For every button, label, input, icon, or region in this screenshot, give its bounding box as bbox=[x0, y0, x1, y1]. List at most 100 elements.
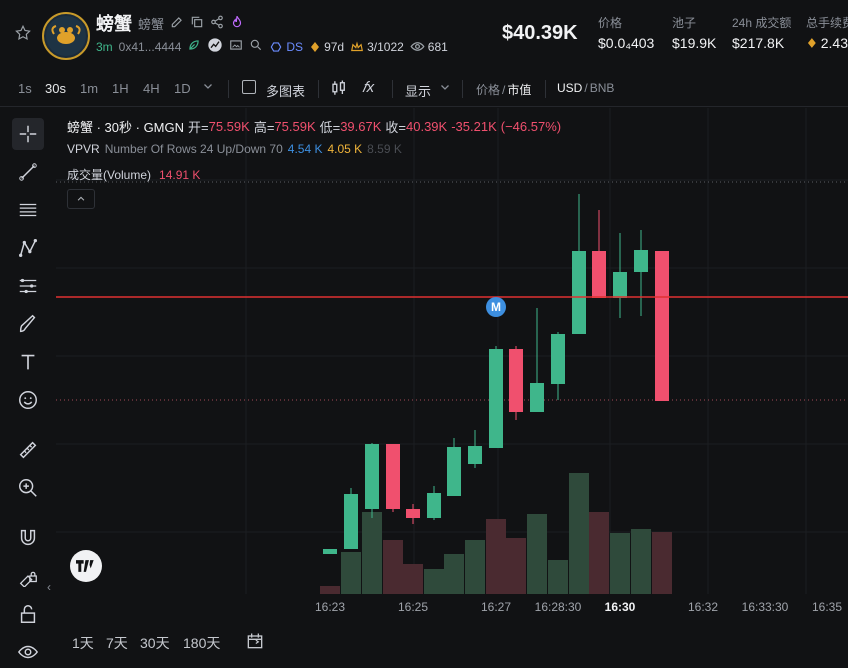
candle-body bbox=[509, 349, 523, 412]
open-label: 开= bbox=[188, 120, 209, 135]
edit-icon[interactable] bbox=[170, 15, 184, 32]
volume-value: 14.91 K bbox=[159, 167, 201, 182]
text-tool-icon[interactable] bbox=[12, 346, 44, 378]
pattern-tool-icon[interactable] bbox=[12, 232, 44, 264]
ds-label: DS bbox=[286, 39, 304, 54]
horizontal-lines-tool-icon[interactable] bbox=[12, 194, 44, 226]
price-toggle-label[interactable]: 价格 bbox=[476, 81, 500, 98]
timeframe-30s[interactable]: 30s bbox=[45, 81, 66, 96]
token-age: 3m bbox=[96, 39, 113, 54]
mcap-toggle-label[interactable]: 市值 bbox=[507, 81, 531, 98]
candle bbox=[551, 332, 565, 400]
timeframe-chevron-down-icon[interactable] bbox=[202, 80, 214, 95]
indicators-fx-icon[interactable]: 𝑓x bbox=[362, 79, 374, 96]
volume-bar bbox=[341, 552, 361, 594]
timeframe-1h[interactable]: 1H bbox=[112, 81, 129, 96]
ds-age: 97d bbox=[324, 39, 345, 54]
timeframe-1d[interactable]: 1D bbox=[174, 81, 191, 96]
magnet-tool-icon[interactable] bbox=[12, 522, 44, 554]
lock-drawing-icon[interactable] bbox=[12, 560, 44, 592]
volume-bar bbox=[548, 560, 568, 594]
low-label: 低= bbox=[319, 120, 341, 135]
candle bbox=[344, 488, 358, 549]
volume-bar bbox=[631, 529, 651, 594]
zoom-in-icon[interactable] bbox=[12, 472, 44, 504]
vpvr-legend: VPVR Number Of Rows 24 Up/Down 70 4.54 K… bbox=[67, 142, 402, 156]
currency-bnb[interactable]: BNB bbox=[590, 81, 615, 95]
crosshair-tool-icon[interactable] bbox=[12, 118, 44, 150]
stat-label: 24h 成交额 bbox=[732, 16, 792, 30]
high-label: 高= bbox=[253, 120, 275, 135]
calendar-icon[interactable] bbox=[245, 631, 265, 654]
favorite-star-icon[interactable] bbox=[14, 24, 32, 45]
volume-bar bbox=[589, 512, 609, 594]
candle-body bbox=[344, 494, 358, 549]
close-label: 收= bbox=[385, 120, 406, 135]
token-address[interactable]: 0x41...4444 bbox=[119, 40, 182, 54]
trend-line-tool-icon[interactable] bbox=[12, 156, 44, 188]
emoji-tool-icon[interactable] bbox=[12, 384, 44, 416]
volume-bar bbox=[610, 533, 630, 594]
vpvr-total: 8.59 K bbox=[367, 142, 402, 156]
time-tick: 16:33:30 bbox=[741, 600, 789, 614]
time-tick-current: 16:30 bbox=[604, 600, 636, 614]
stat-label: 价格 bbox=[598, 16, 623, 30]
range-180d[interactable]: 180天 bbox=[183, 633, 220, 653]
candle-body bbox=[468, 446, 482, 464]
candle bbox=[509, 346, 523, 420]
volume-bar bbox=[320, 586, 340, 594]
stat-value: 2.43 bbox=[820, 35, 848, 51]
candle bbox=[386, 444, 400, 512]
candle-body bbox=[572, 251, 586, 334]
time-tick: 16:32 bbox=[687, 600, 719, 614]
ruler-tool-icon[interactable] bbox=[12, 434, 44, 466]
views-badge: 681 bbox=[410, 39, 448, 54]
volume-bar bbox=[486, 519, 506, 594]
fib-tool-icon[interactable] bbox=[12, 270, 44, 302]
timeframe-1m[interactable]: 1m bbox=[80, 81, 98, 96]
vpvr-label: VPVR bbox=[67, 142, 100, 156]
ds-age-badge: 97d bbox=[309, 40, 344, 54]
currency-toggle[interactable]: USD / BNB bbox=[557, 81, 614, 95]
collapse-arrow-icon[interactable]: ‹ bbox=[47, 580, 51, 594]
search-icon[interactable] bbox=[249, 38, 263, 55]
display-menu[interactable]: 显示 bbox=[405, 81, 431, 100]
candle bbox=[489, 346, 503, 448]
trade-marker[interactable]: M bbox=[486, 297, 506, 317]
multi-chart-label[interactable]: 多图表 bbox=[266, 81, 305, 100]
collapse-legend-button[interactable] bbox=[67, 189, 95, 209]
candle-body bbox=[634, 250, 648, 272]
brush-tool-icon[interactable] bbox=[12, 308, 44, 340]
volume-bar bbox=[383, 540, 403, 594]
range-30d[interactable]: 30天 bbox=[140, 633, 170, 653]
image-icon[interactable] bbox=[229, 38, 243, 55]
volume-bar bbox=[569, 473, 589, 594]
unlock-icon[interactable] bbox=[12, 598, 44, 630]
candle-type-icon[interactable] bbox=[330, 79, 348, 100]
volume-legend: 成交量(Volume) 14.91 K bbox=[67, 166, 200, 183]
range-1d[interactable]: 1天 bbox=[72, 633, 94, 653]
candle-body bbox=[386, 444, 400, 509]
copy-icon[interactable] bbox=[190, 15, 204, 32]
token-header: 螃蟹 螃蟹 3m 0x41...4444 DS 97d 3/1022 681 $… bbox=[0, 0, 848, 66]
range-7d[interactable]: 7天 bbox=[106, 633, 128, 653]
chart-link-icon[interactable] bbox=[207, 37, 223, 56]
volume-bar bbox=[444, 554, 464, 594]
stat-label: 池子 bbox=[672, 16, 697, 30]
price-mcap-toggle[interactable]: 价格 / 市值 bbox=[476, 81, 531, 98]
stat-fees: 总手续费 2.43 bbox=[806, 14, 848, 51]
timeframe-4h[interactable]: 4H bbox=[143, 81, 160, 96]
multi-chart-checkbox[interactable] bbox=[242, 80, 256, 94]
display-chevron-down-icon[interactable] bbox=[439, 81, 451, 96]
candle-body bbox=[447, 447, 461, 496]
fire-icon bbox=[230, 15, 244, 32]
volume-bar bbox=[527, 514, 547, 594]
timeframe-1s[interactable]: 1s bbox=[18, 81, 32, 96]
candle bbox=[406, 504, 420, 524]
currency-usd[interactable]: USD bbox=[557, 81, 582, 95]
currency-divider: / bbox=[584, 81, 588, 95]
volume-label: 成交量(Volume) bbox=[67, 168, 152, 182]
chevron-up-icon bbox=[77, 196, 85, 201]
share-icon[interactable] bbox=[210, 15, 224, 32]
tradingview-logo-icon[interactable] bbox=[70, 550, 102, 582]
